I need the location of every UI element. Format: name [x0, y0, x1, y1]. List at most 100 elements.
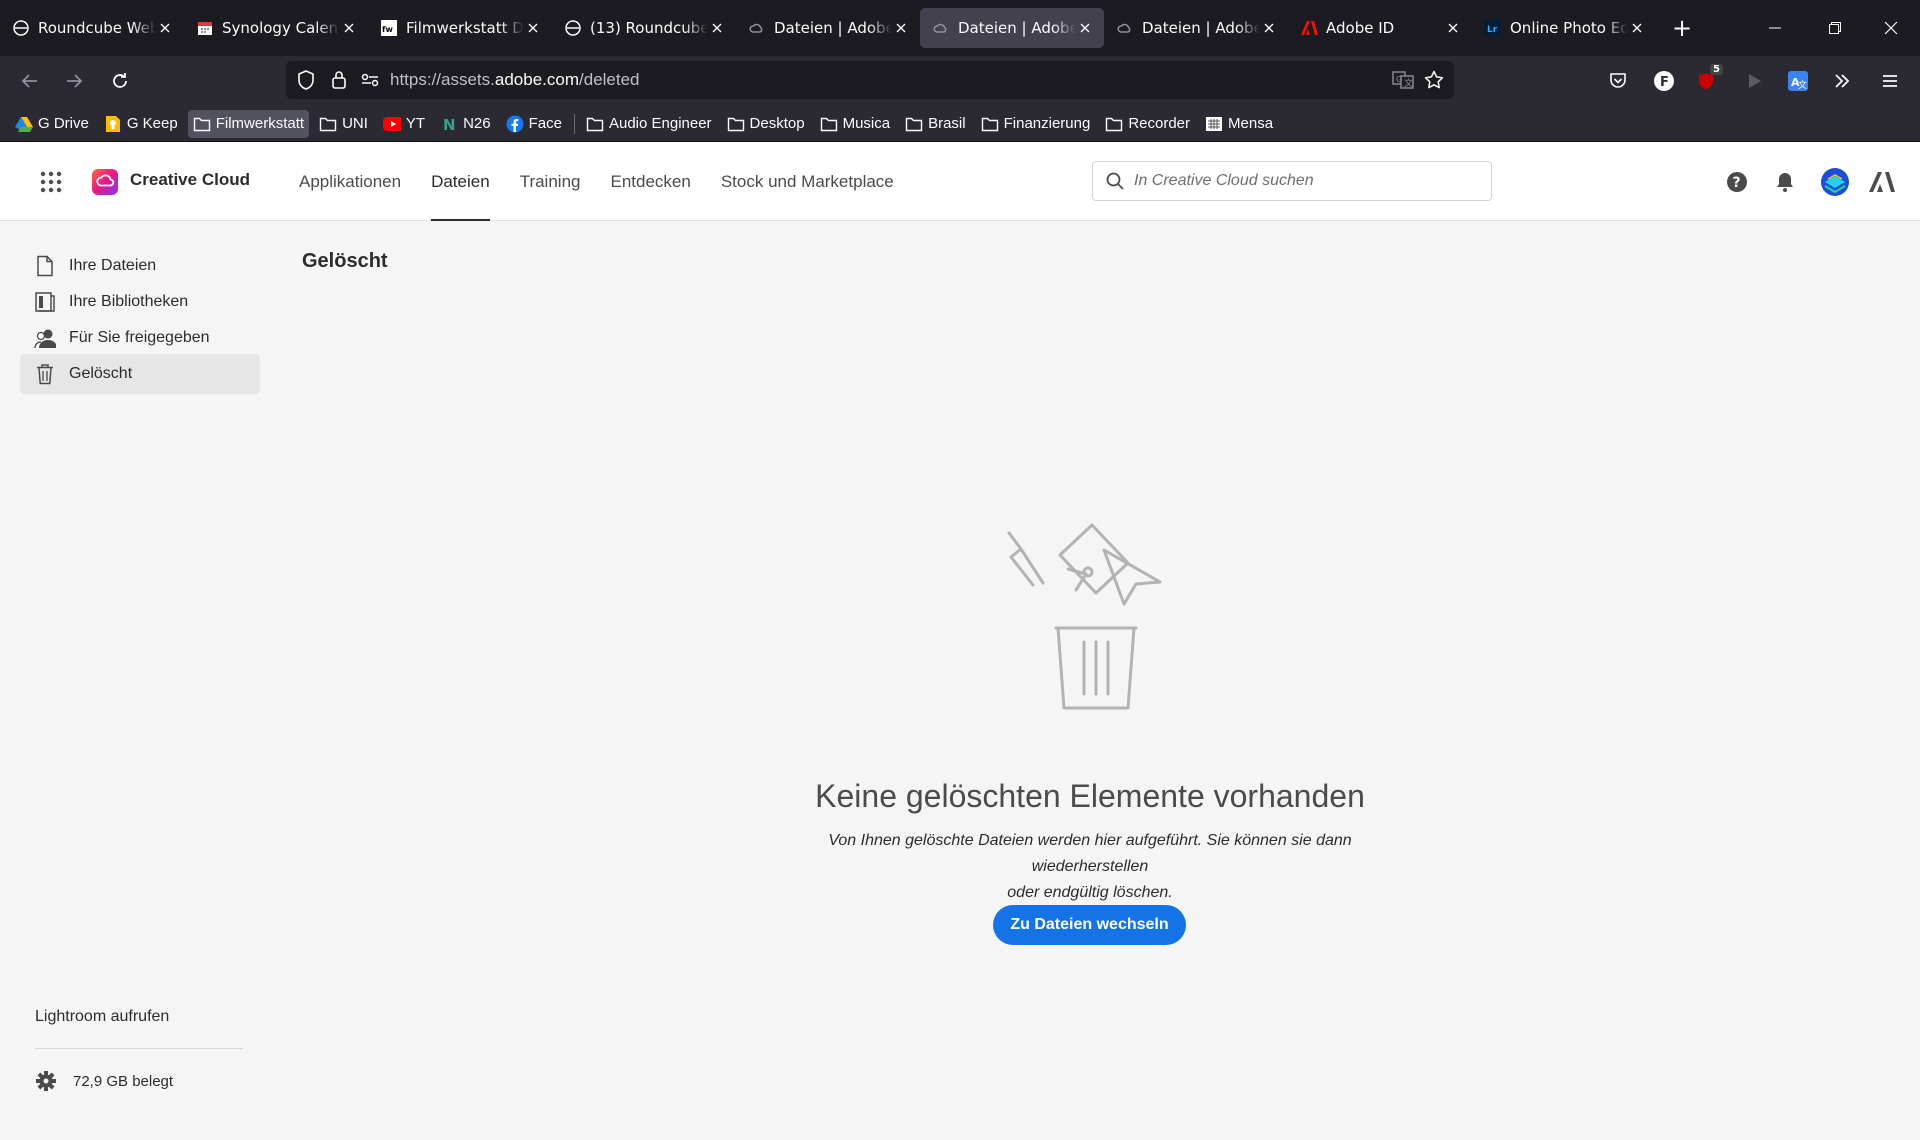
bookmark-item[interactable]: Musica	[815, 110, 896, 138]
permissions-icon[interactable]	[360, 70, 380, 90]
bookmark-star-icon[interactable]	[1424, 70, 1444, 90]
bookmark-item[interactable]: Mensa	[1200, 110, 1278, 138]
bookmark-item[interactable]: Face	[501, 110, 567, 138]
bookmark-item[interactable]: Brasil	[900, 110, 971, 138]
lock-icon[interactable]	[330, 69, 348, 91]
close-tab-icon[interactable]	[340, 19, 358, 37]
restore-button[interactable]	[1806, 0, 1864, 56]
bookmark-item[interactable]: Filmwerkstatt	[187, 109, 310, 138]
roundcube-icon	[12, 19, 30, 37]
lightroom-link[interactable]: Lightroom aufrufen	[35, 1008, 169, 1026]
svg-text:文: 文	[1404, 77, 1413, 89]
svg-text:N: N	[443, 116, 456, 133]
close-tab-icon[interactable]	[156, 19, 174, 37]
bookmark-item[interactable]: G Drive	[10, 110, 94, 138]
nav-tab-stock[interactable]: Stock und Marketplace	[721, 142, 894, 221]
bookmark-label: Finanzierung	[1003, 115, 1091, 132]
translate-page-icon[interactable]: G文	[1392, 70, 1414, 90]
storage-indicator[interactable]: 72,9 GB belegt	[35, 1070, 173, 1092]
youtube-icon	[382, 115, 401, 133]
pocket-button[interactable]	[1596, 56, 1640, 106]
help-icon[interactable]: ?	[1721, 166, 1753, 198]
browser-tab[interactable]: Dateien | Adobe	[736, 8, 920, 48]
nav-tab-entdecken[interactable]: Entdecken	[610, 142, 690, 221]
new-tab-button[interactable]: +	[1662, 8, 1702, 48]
tab-title: Online Photo Editor	[1510, 19, 1628, 37]
browser-tab[interactable]: Synology Calendar	[184, 8, 368, 48]
translate-extension-button[interactable]: A文	[1776, 56, 1820, 106]
overflow-menu-button[interactable]	[1820, 56, 1864, 106]
bookmark-item[interactable]: N N26	[435, 110, 496, 138]
browser-tab[interactable]: Roundcube Webmail	[0, 8, 184, 48]
browser-tab[interactable]: Dateien | Adobe	[1104, 8, 1288, 48]
nav-tab-training[interactable]: Training	[520, 142, 581, 221]
app-menu-button[interactable]	[1868, 56, 1912, 106]
sidebar-item-label: Gelöscht	[69, 365, 133, 382]
extension-f-icon: F	[1654, 71, 1674, 91]
facebook-icon	[506, 115, 524, 133]
shield-icon[interactable]	[296, 69, 316, 91]
browser-tab[interactable]: (13) Roundcube Webmail	[552, 8, 736, 48]
close-tab-icon[interactable]	[892, 19, 910, 37]
nav-tab-applikationen[interactable]: Applikationen	[299, 142, 401, 221]
close-window-button[interactable]	[1862, 0, 1920, 56]
ublock-button[interactable]: 5	[1686, 56, 1730, 106]
close-tab-icon[interactable]	[1444, 19, 1462, 37]
sidebar-item[interactable]: Ihre Bibliotheken	[20, 282, 260, 322]
bookmark-item[interactable]: Audio Engineer	[581, 110, 717, 138]
sidebar-item[interactable]: Ihre Dateien	[20, 246, 260, 286]
tab-title: Filmwerkstatt Düsseldorf	[406, 19, 524, 37]
adobe-icon	[1300, 19, 1318, 37]
page-title: Gelöscht	[302, 250, 388, 272]
search-box[interactable]	[1092, 161, 1492, 201]
bookmark-label: YT	[405, 115, 426, 132]
browser-tab[interactable]: Lr Online Photo Editor	[1472, 8, 1656, 48]
bookmark-label: Mensa	[1228, 115, 1274, 132]
bookmark-item[interactable]: Desktop	[722, 110, 810, 138]
bookmark-item[interactable]: Recorder	[1100, 110, 1195, 138]
close-tab-icon[interactable]	[524, 19, 542, 37]
browser-tab[interactable]: Dateien | Adobe	[920, 8, 1104, 48]
bookmark-item[interactable]: UNI	[314, 110, 373, 138]
browser-tab[interactable]: Adobe ID	[1288, 8, 1472, 48]
close-tab-icon[interactable]	[708, 19, 726, 37]
svg-text:Lr: Lr	[1487, 25, 1498, 35]
minimize-button[interactable]	[1746, 0, 1804, 56]
nav-tab-dateien[interactable]: Dateien	[431, 142, 490, 221]
url-bar[interactable]: https://assets.adobe.com/deleted G文	[286, 61, 1454, 99]
bell-icon[interactable]	[1769, 166, 1801, 198]
creative-cloud-logo-icon[interactable]	[92, 169, 118, 195]
empty-trash-illustration	[996, 520, 1176, 720]
arrow-left-icon	[21, 74, 37, 88]
app-switcher-grid-icon[interactable]	[38, 169, 64, 195]
close-tab-icon[interactable]	[1076, 19, 1094, 37]
sidebar-item[interactable]: Gelöscht	[20, 354, 260, 394]
extension-f-button[interactable]: F	[1642, 56, 1686, 106]
folder-icon	[586, 115, 604, 133]
search-input[interactable]	[1134, 172, 1474, 190]
bookmark-item[interactable]: YT	[378, 110, 430, 138]
bookmark-item[interactable]: G Keep	[99, 110, 183, 138]
forward-button[interactable]	[52, 59, 96, 103]
browser-tab[interactable]: fw Filmwerkstatt Düsseldorf	[368, 8, 552, 48]
search-icon	[1106, 172, 1124, 190]
folder-icon	[981, 115, 999, 133]
creative-cloud-icon	[748, 19, 766, 37]
url-text[interactable]: https://assets.adobe.com/deleted	[390, 70, 640, 90]
avatar[interactable]	[1819, 166, 1851, 198]
go-to-files-button[interactable]: Zu Dateien wechseln	[993, 905, 1186, 945]
svg-text:F: F	[1660, 75, 1669, 90]
sidebar-item[interactable]: Für Sie freigegeben	[20, 318, 260, 358]
brand-name[interactable]: Creative Cloud	[130, 170, 250, 190]
reload-button[interactable]	[98, 59, 142, 103]
close-tab-icon[interactable]	[1628, 19, 1646, 37]
adobe-logo-icon[interactable]	[1866, 166, 1898, 198]
back-button[interactable]	[8, 59, 52, 103]
extension-badge: 5	[1710, 64, 1723, 75]
play-extension-button[interactable]	[1732, 56, 1776, 106]
bookmark-label: Filmwerkstatt	[215, 115, 305, 132]
close-tab-icon[interactable]	[1260, 19, 1278, 37]
svg-text:fw: fw	[382, 25, 393, 34]
bookmark-item[interactable]: Finanzierung	[976, 110, 1096, 138]
chevron-double-right-icon	[1835, 74, 1850, 88]
